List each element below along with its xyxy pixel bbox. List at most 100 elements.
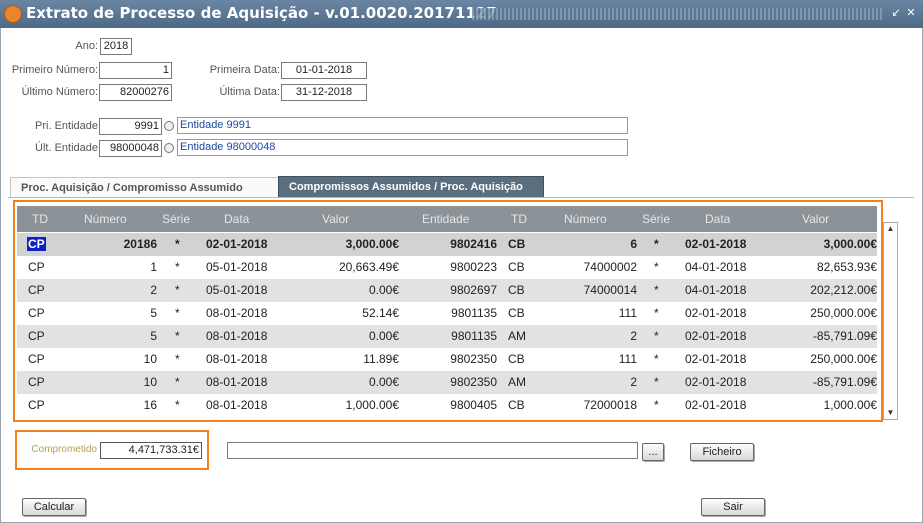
cell-td-2: AM bbox=[508, 375, 526, 389]
header-serie-2[interactable]: Série bbox=[642, 206, 670, 232]
ult-entidade-label: Últ. Entidade bbox=[35, 142, 98, 154]
cell-td-2: CB bbox=[508, 306, 525, 320]
cell-td: CP bbox=[28, 260, 45, 274]
cell-valor: 52.14€ bbox=[362, 306, 399, 320]
cell-entidade: 9802416 bbox=[450, 237, 497, 251]
scroll-up-icon[interactable]: ▲ bbox=[884, 223, 897, 235]
cell-td-2: CB bbox=[508, 352, 525, 366]
scroll-down-icon[interactable]: ▼ bbox=[884, 407, 897, 419]
cell-data: 08-01-2018 bbox=[206, 329, 268, 343]
cell-td: CP bbox=[28, 329, 45, 343]
header-td-2[interactable]: TD bbox=[511, 206, 527, 232]
cell-data-2: 02-01-2018 bbox=[685, 329, 747, 343]
cell-entidade: 9802350 bbox=[450, 352, 497, 366]
cell-numero-2: 74000002 bbox=[583, 260, 637, 274]
cell-data: 08-01-2018 bbox=[206, 306, 268, 320]
header-serie[interactable]: Série bbox=[162, 206, 190, 232]
cell-valor-2: 3,000.00€ bbox=[823, 237, 877, 251]
table-row[interactable]: CP 20186 * 02-01-2018 3,000.00€ 9802416 … bbox=[17, 233, 877, 256]
primeiro-numero-field[interactable]: 1 bbox=[99, 62, 172, 79]
cell-serie: * bbox=[175, 260, 180, 274]
cell-serie-2: * bbox=[654, 375, 659, 389]
cell-td[interactable]: CP bbox=[27, 237, 46, 251]
pri-entidade-name-field: Entidade 9991 bbox=[177, 117, 628, 134]
title-bar-drag-area[interactable] bbox=[472, 8, 882, 20]
table-row[interactable]: CP 16 * 08-01-2018 1,000.00€ 9800405 CB … bbox=[17, 394, 877, 417]
cell-data: 08-01-2018 bbox=[206, 352, 268, 366]
table-row[interactable]: CP 1 * 05-01-2018 20,663.49€ 9800223 CB … bbox=[17, 256, 877, 279]
table-row[interactable]: CP 10 * 08-01-2018 0.00€ 9802350 AM 2 * … bbox=[17, 371, 877, 394]
cell-numero: 5 bbox=[150, 329, 157, 343]
cell-data-2: 04-01-2018 bbox=[685, 260, 747, 274]
cell-valor-2: -85,791.09€ bbox=[812, 375, 877, 389]
arrow-down-left-icon[interactable]: ↙ bbox=[889, 6, 903, 20]
primeiro-numero-label: Primeiro Número: bbox=[11, 64, 98, 76]
cell-td-2: AM bbox=[508, 329, 526, 343]
cell-valor: 11.89€ bbox=[363, 352, 399, 366]
cell-numero: 20186 bbox=[123, 237, 157, 251]
table-row[interactable]: CP 10 * 08-01-2018 11.89€ 9802350 CB 111… bbox=[17, 348, 877, 371]
browse-button[interactable]: ... bbox=[642, 443, 664, 461]
ult-entidade-field[interactable]: 98000048 bbox=[99, 140, 162, 157]
cell-entidade: 9801135 bbox=[451, 329, 497, 343]
table-row[interactable]: CP 2 * 05-01-2018 0.00€ 9802697 CB 74000… bbox=[17, 279, 877, 302]
app-logo-icon bbox=[4, 5, 22, 23]
cell-serie-2: * bbox=[654, 283, 659, 297]
cell-valor-2: 82,653.93€ bbox=[816, 260, 877, 274]
cell-valor-2: 250,000.00€ bbox=[810, 352, 877, 366]
tab-compromissos-proc-aquisicao[interactable]: Compromissos Assumidos / Proc. Aquisição bbox=[278, 176, 544, 198]
cell-numero-2: 111 bbox=[618, 306, 637, 320]
ult-entidade-lookup-icon[interactable] bbox=[164, 143, 174, 153]
sair-button[interactable]: Sair bbox=[701, 498, 765, 516]
header-valor[interactable]: Valor bbox=[322, 206, 349, 232]
calcular-button[interactable]: Calcular bbox=[22, 498, 86, 516]
cell-data: 05-01-2018 bbox=[206, 283, 268, 297]
ficheiro-button[interactable]: Ficheiro bbox=[690, 443, 754, 461]
pri-entidade-field[interactable]: 9991 bbox=[99, 118, 162, 135]
header-td[interactable]: TD bbox=[32, 206, 48, 232]
primeira-data-label: Primeira Data: bbox=[209, 64, 280, 76]
table-row[interactable]: CP 5 * 08-01-2018 52.14€ 9801135 CB 111 … bbox=[17, 302, 877, 325]
cell-serie-2: * bbox=[654, 352, 659, 366]
tab-divider bbox=[8, 197, 914, 198]
cell-numero: 2 bbox=[150, 283, 157, 297]
cell-data-2: 04-01-2018 bbox=[685, 283, 747, 297]
cell-td: CP bbox=[28, 283, 45, 297]
header-valor-2[interactable]: Valor bbox=[802, 206, 829, 232]
comprometido-field: 4,471,733.31€ bbox=[100, 442, 202, 459]
cell-entidade: 9800405 bbox=[450, 398, 497, 412]
cell-numero: 1 bbox=[150, 260, 157, 274]
pri-entidade-lookup-icon[interactable] bbox=[164, 121, 174, 131]
cell-valor-2: 1,000.00€ bbox=[823, 398, 877, 412]
cell-serie-2: * bbox=[654, 237, 659, 251]
table-scrollbar[interactable]: ▲ ▼ bbox=[883, 222, 898, 420]
cell-entidade: 9800223 bbox=[450, 260, 497, 274]
cell-serie: * bbox=[175, 329, 180, 343]
cell-td-2: CB bbox=[508, 398, 525, 412]
title-bar: Extrato de Processo de Aquisição - v.01.… bbox=[0, 0, 923, 29]
cell-numero-2: 2 bbox=[630, 329, 637, 343]
cell-numero-2: 6 bbox=[630, 237, 637, 251]
file-path-input[interactable] bbox=[227, 442, 638, 459]
ultima-data-field[interactable]: 31-12-2018 bbox=[281, 84, 367, 101]
ano-field[interactable]: 2018 bbox=[100, 38, 132, 55]
close-icon[interactable]: ✕ bbox=[904, 6, 918, 20]
ult-entidade-name-field: Entidade 98000048 bbox=[177, 139, 628, 156]
cell-td: CP bbox=[28, 375, 45, 389]
header-data[interactable]: Data bbox=[224, 206, 249, 232]
header-numero[interactable]: Número bbox=[84, 206, 127, 232]
cell-entidade: 9802350 bbox=[450, 375, 497, 389]
primeira-data-field[interactable]: 01-01-2018 bbox=[281, 62, 367, 79]
header-entidade[interactable]: Entidade bbox=[422, 206, 469, 232]
cell-numero-2: 74000014 bbox=[583, 283, 637, 297]
tab-proc-aquisicao-compromisso[interactable]: Proc. Aquisição / Compromisso Assumido bbox=[10, 177, 286, 198]
header-numero-2[interactable]: Número bbox=[564, 206, 607, 232]
cell-data: 02-01-2018 bbox=[206, 237, 268, 251]
ultimo-numero-field[interactable]: 82000276 bbox=[99, 84, 172, 101]
cell-serie-2: * bbox=[654, 398, 659, 412]
cell-td: CP bbox=[28, 306, 45, 320]
cell-serie: * bbox=[175, 237, 180, 251]
header-data-2[interactable]: Data bbox=[705, 206, 730, 232]
table-row[interactable]: CP 5 * 08-01-2018 0.00€ 9801135 AM 2 * 0… bbox=[17, 325, 877, 348]
cell-valor-2: 202,212.00€ bbox=[810, 283, 877, 297]
